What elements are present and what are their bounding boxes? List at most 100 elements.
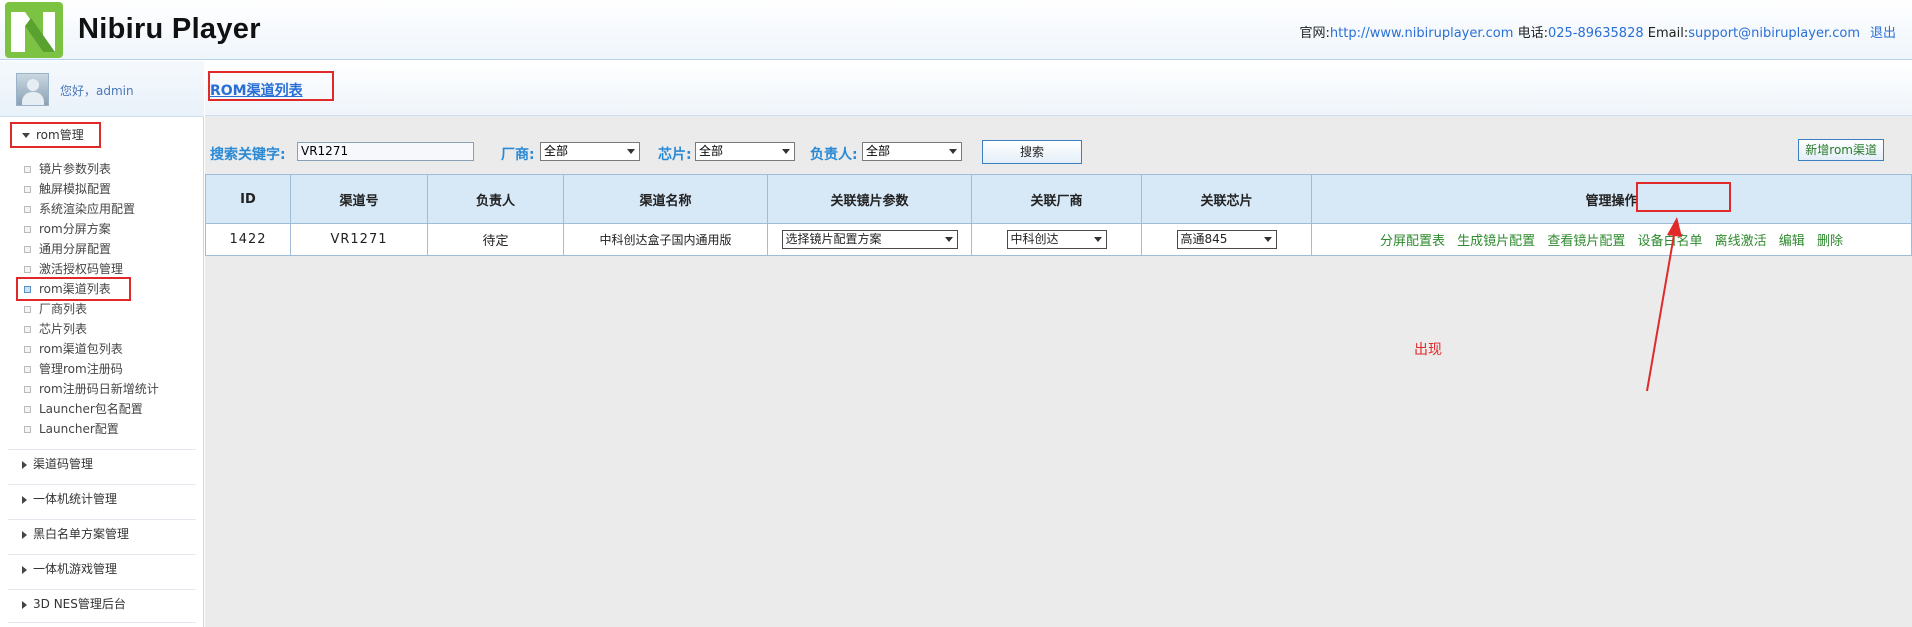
chip-row-select-value: 高通845 [1180,232,1228,246]
chip-row-select[interactable]: 高通845 [1176,230,1277,249]
sidebar-item-channel-packages[interactable]: rom渠道包列表 [24,340,123,358]
chevron-down-icon [1093,237,1102,242]
chevron-down-icon [1263,237,1272,242]
cell-id: 1422 [205,223,291,256]
add-rom-channel-button[interactable]: 新增rom渠道 [1798,139,1884,161]
sidebar-item-render-app[interactable]: 系统渲染应用配置 [24,200,135,218]
bullet-icon [24,366,31,373]
edit-link[interactable]: 编辑 [1779,234,1805,249]
bullet-icon [24,266,31,273]
sidebar-item-label: Launcher配置 [39,422,119,436]
cell-name: 中科创达盒子国内通用版 [563,223,768,256]
contact-info: 官网:http://www.nibiruplayer.com 电话:025-89… [1300,22,1861,41]
site-label: 官网: [1299,26,1330,41]
logout-link[interactable]: 退出 [1870,22,1896,41]
chip-select-value: 全部 [699,144,724,158]
sidebar-item-vendors[interactable]: 厂商列表 [24,300,87,318]
sidebar-item-activation-code[interactable]: 激活授权码管理 [24,260,123,278]
phone-label: 电话: [1517,26,1548,41]
avatar [16,73,49,106]
lens-select[interactable]: 选择镜片配置方案 [781,230,958,249]
chevron-down-icon [944,237,953,242]
chevron-right-icon [22,530,27,539]
menu-blackwhite-list[interactable]: 黑白名单方案管理 [14,522,129,546]
vendor-row-select[interactable]: 中科创达 [1006,230,1107,249]
bullet-icon [24,226,31,233]
vendor-label: 厂商: [501,147,535,163]
bullet-icon [24,326,31,333]
menu-label: 一体机统计管理 [33,492,118,506]
sidebar-item-label: 镜片参数列表 [39,162,112,176]
top-header: Nibiru Player 官网:http://www.nibiruplayer… [0,0,1912,60]
menu-channel-code[interactable]: 渠道码管理 [14,452,93,476]
split-config-link[interactable]: 分屏配置表 [1380,234,1445,249]
chevron-right-icon [22,460,27,469]
divider [8,589,196,590]
menu-3d-nes[interactable]: 3D NES管理后台 [14,592,126,616]
highlight-box-rom-channels [16,277,131,301]
divider [8,622,196,623]
lens-select-value: 选择镜片配置方案 [785,232,882,246]
col-header: ID [205,174,291,224]
sidebar-item-touch-sim[interactable]: 触屏模拟配置 [24,180,111,198]
keyword-input[interactable]: VR1271 [297,142,474,161]
highlight-box-device-whitelist [1636,182,1731,212]
sidebar-item-label: 管理rom注册码 [39,362,123,376]
sidebar-item-label: 激活授权码管理 [39,262,124,276]
cell-owner: 待定 [427,223,564,256]
sidebar-item-split-scheme[interactable]: rom分屏方案 [24,220,111,238]
chevron-right-icon [22,600,27,609]
col-header: 管理操作 [1311,174,1912,224]
highlight-box-page-title [208,71,334,101]
sidebar-item-lens-params[interactable]: 镜片参数列表 [24,160,111,178]
user-bar: 您好，admin [0,61,204,117]
col-header: 负责人 [427,174,564,224]
menu-label: 一体机游戏管理 [33,562,118,576]
vendor-row-select-value: 中科创达 [1010,232,1059,246]
chevron-down-icon [782,149,790,154]
sidebar-item-label: Launcher包名配置 [39,402,143,416]
menu-label: 3D NES管理后台 [33,597,126,611]
sidebar-item-chips[interactable]: 芯片列表 [24,320,87,338]
bullet-icon [24,386,31,393]
annotation-label: 出现 [1414,342,1442,358]
sidebar-item-launcher-config[interactable]: Launcher配置 [24,420,119,438]
chevron-right-icon [22,565,27,574]
view-lens-config-link[interactable]: 查看镜片配置 [1547,234,1625,249]
cell-vendor: 中科创达 [971,223,1142,256]
vendor-select[interactable]: 全部 [540,142,640,161]
arrow-annotation-icon [1646,217,1682,392]
offline-activation-link[interactable]: 离线激活 [1715,234,1767,249]
owner-select[interactable]: 全部 [862,142,962,161]
bullet-icon [24,186,31,193]
email-link[interactable]: support@nibiruplayer.com [1688,26,1860,41]
chevron-right-icon [22,495,27,504]
sidebar-item-general-split[interactable]: 通用分屏配置 [24,240,111,258]
site-link[interactable]: http://www.nibiruplayer.com [1330,26,1514,41]
menu-aio-games[interactable]: 一体机游戏管理 [14,557,117,581]
user-greeting: 您好，admin [60,84,134,98]
sidebar-item-label: 厂商列表 [39,302,88,316]
sidebar-item-label: rom分屏方案 [39,222,111,236]
col-header: 关联芯片 [1141,174,1312,224]
generate-lens-config-link[interactable]: 生成镜片配置 [1457,234,1535,249]
bullet-icon [24,346,31,353]
menu-aio-stats[interactable]: 一体机统计管理 [14,487,117,511]
sidebar-item-reg-codes[interactable]: 管理rom注册码 [24,360,123,378]
nibiru-logo-icon [5,2,63,58]
search-button[interactable]: 搜索 [982,140,1082,164]
col-header: 关联镜片参数 [767,174,972,224]
vendor-select-value: 全部 [544,144,569,158]
cell-channel: VR1271 [290,223,428,256]
chip-label: 芯片: [658,147,692,163]
col-header: 渠道号 [290,174,428,224]
sidebar-item-reg-code-stats[interactable]: rom注册码日新增统计 [24,380,159,398]
chevron-down-icon [627,149,635,154]
bullet-icon [24,306,31,313]
sidebar-item-launcher-pkg[interactable]: Launcher包名配置 [24,400,143,418]
title-bar: ROM渠道列表 [205,61,1912,116]
delete-link[interactable]: 删除 [1817,234,1843,249]
sidebar-item-label: 触屏模拟配置 [39,182,112,196]
chip-select[interactable]: 全部 [695,142,795,161]
sidebar: 您好，admin rom管理 镜片参数列表 触屏模拟配置 系统渲染应用配置 ro… [0,61,204,627]
